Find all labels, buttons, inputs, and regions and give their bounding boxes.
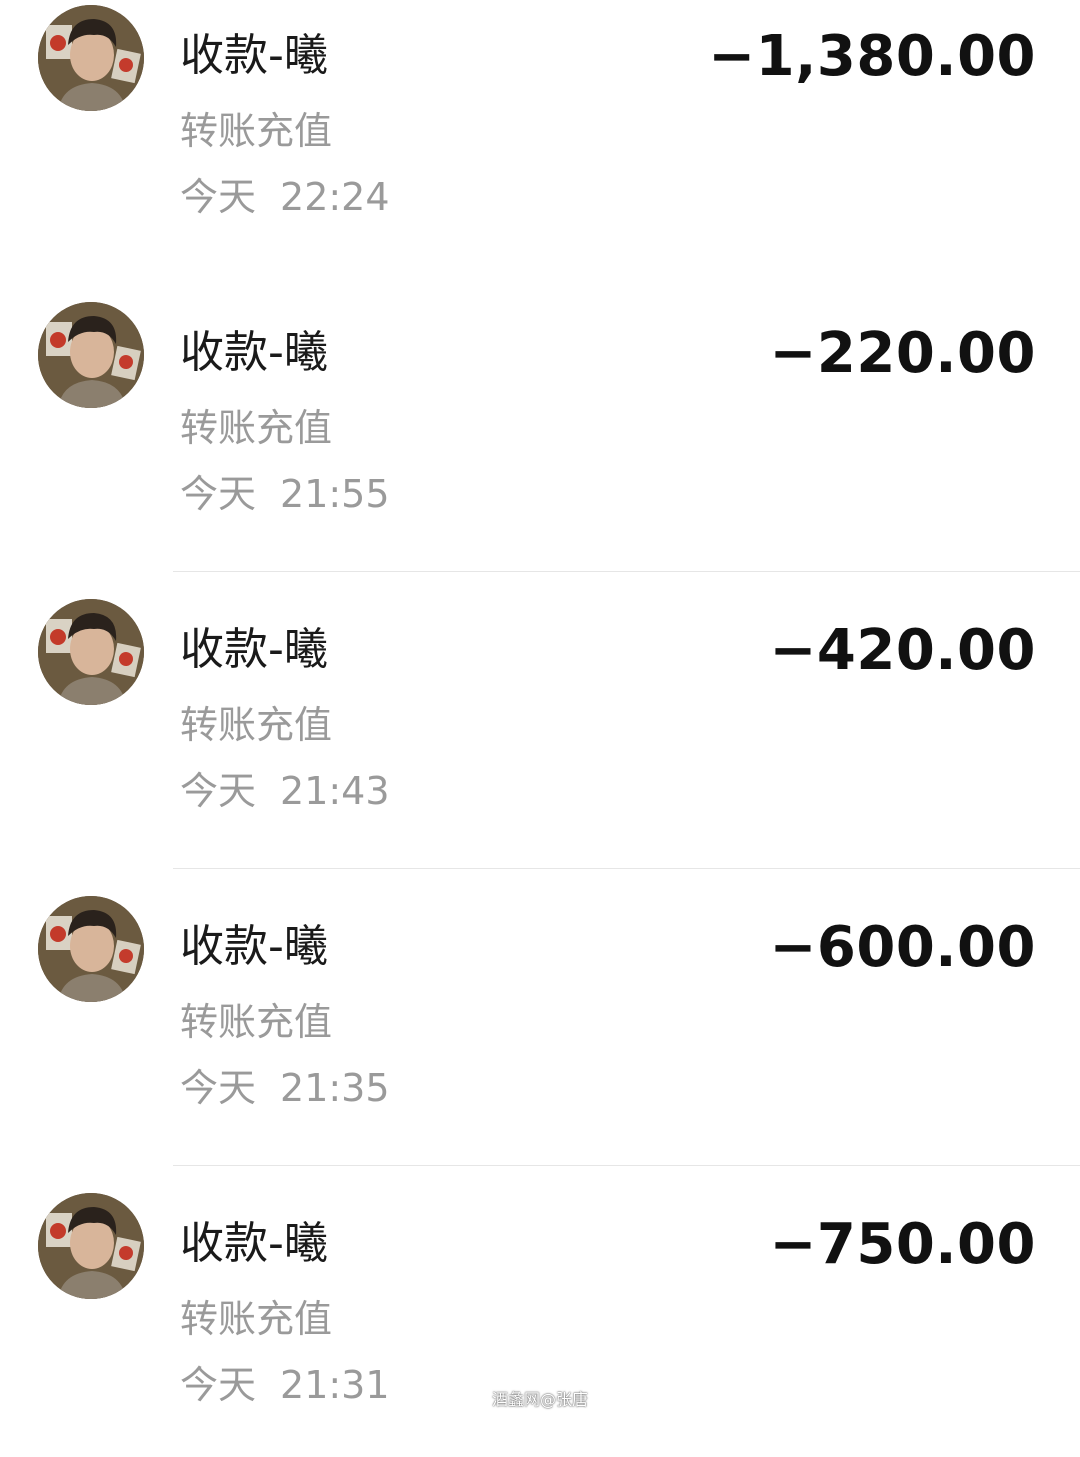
transaction-time: 今天 21:55 — [180, 472, 390, 516]
transaction-day: 今天 — [180, 472, 257, 516]
transaction-subtitle: 转账充值 — [180, 1297, 333, 1341]
transaction-title: 收款-曦 — [180, 921, 328, 972]
transaction-clock: 21:35 — [280, 1066, 390, 1110]
transaction-row[interactable]: 收款-曦 −750.00 转账充值 今天 21:31 — [0, 1166, 1080, 1457]
transaction-title: 收款-曦 — [180, 30, 328, 81]
transaction-row[interactable]: 收款-曦 −1,380.00 转账充值 今天 22:24 — [0, 0, 1080, 277]
watermark: 酒蠡网@张唐 — [492, 1390, 589, 1409]
transaction-day: 今天 — [180, 1066, 257, 1110]
transaction-day: 今天 — [180, 175, 257, 219]
transaction-amount: −600.00 — [769, 915, 1036, 980]
transaction-title: 收款-曦 — [180, 1218, 328, 1269]
transaction-amount: −220.00 — [769, 321, 1036, 386]
transaction-amount: −1,380.00 — [708, 24, 1036, 89]
transaction-clock: 21:31 — [280, 1363, 390, 1407]
avatar — [38, 896, 144, 1002]
transaction-time: 今天 21:31 — [180, 1363, 390, 1407]
transaction-title: 收款-曦 — [180, 624, 328, 675]
transaction-time: 今天 22:24 — [180, 175, 390, 219]
transaction-amount: −420.00 — [769, 618, 1036, 683]
avatar — [38, 5, 144, 111]
transaction-title: 收款-曦 — [180, 327, 328, 378]
transaction-time: 今天 21:43 — [180, 769, 390, 813]
transaction-row[interactable]: 收款-曦 −420.00 转账充值 今天 21:43 — [0, 572, 1080, 869]
transaction-row[interactable]: 收款-曦 −600.00 转账充值 今天 21:35 — [0, 869, 1080, 1166]
avatar — [38, 599, 144, 705]
transaction-list: 收款-曦 −1,380.00 转账充值 今天 22:24 收款-曦 −220.00… — [0, 0, 1080, 1457]
avatar — [38, 302, 144, 408]
transaction-day: 今天 — [180, 769, 257, 813]
transaction-row[interactable]: 收款-曦 −220.00 转账充值 今天 21:55 — [0, 275, 1080, 572]
transaction-subtitle: 转账充值 — [180, 1000, 333, 1044]
transaction-amount: −750.00 — [769, 1212, 1036, 1277]
transaction-subtitle: 转账充值 — [180, 109, 333, 153]
transaction-clock: 22:24 — [280, 175, 390, 219]
transaction-day: 今天 — [180, 1363, 257, 1407]
transaction-time: 今天 21:35 — [180, 1066, 390, 1110]
transaction-subtitle: 转账充值 — [180, 406, 333, 450]
transaction-subtitle: 转账充值 — [180, 703, 333, 747]
avatar — [38, 1193, 144, 1299]
transaction-clock: 21:43 — [280, 769, 390, 813]
transaction-clock: 21:55 — [280, 472, 390, 516]
